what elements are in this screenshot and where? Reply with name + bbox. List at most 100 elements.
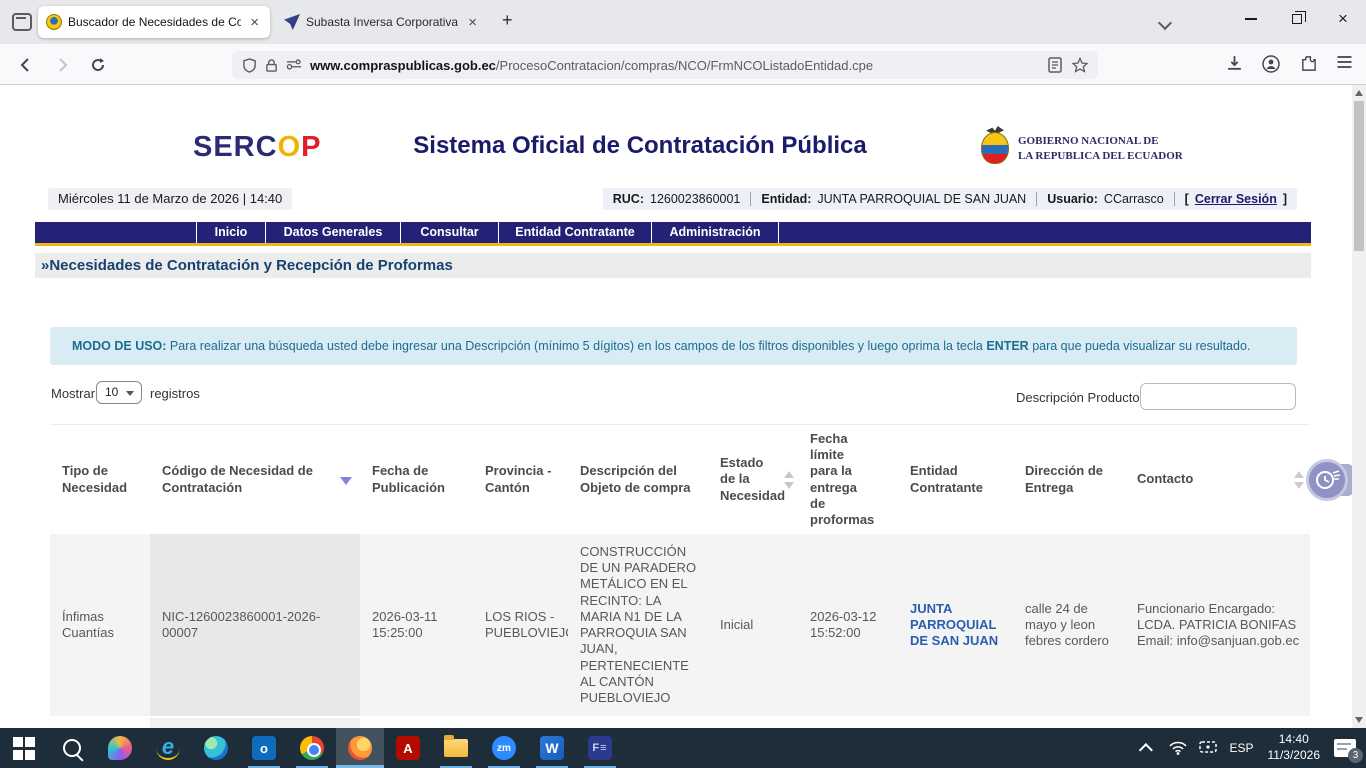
f-app-icon: F≡: [588, 736, 612, 760]
header-direccion[interactable]: Dirección de Entrega: [1013, 425, 1125, 534]
cell-descripcion: CONSTRUCCIÓN DE UN PARADERO METÁLICO EN …: [568, 534, 708, 716]
language-indicator[interactable]: ESP: [1229, 741, 1253, 755]
bracket: [: [1184, 192, 1189, 206]
sort-desc-icon[interactable]: [340, 476, 352, 485]
downloads-icon[interactable]: [1226, 55, 1244, 73]
table-row: Ínfimas Cuantías NIC-1260023860001-2026-…: [50, 534, 1310, 716]
show-label: Mostrar: [51, 386, 96, 401]
taskbar-search[interactable]: [48, 728, 96, 768]
description-filter-input[interactable]: [1140, 383, 1296, 410]
header-fecha-publicacion[interactable]: Fecha de Publicación: [360, 425, 473, 534]
header-provincia[interactable]: Provincia - Cantón: [473, 425, 568, 534]
tab-title: Subasta Inversa Corporativa de: [306, 15, 460, 29]
subasta-favicon-icon: [284, 14, 300, 30]
menu-consultar[interactable]: Consultar: [400, 222, 498, 243]
search-icon: [63, 739, 81, 757]
new-tab-button[interactable]: +: [502, 10, 513, 31]
taskbar-f-app[interactable]: F≡: [576, 728, 624, 768]
back-button[interactable]: [14, 53, 38, 77]
menu-datos-generales[interactable]: Datos Generales: [265, 222, 400, 243]
taskbar-outlook[interactable]: o: [240, 728, 288, 768]
cast-icon[interactable]: [1199, 741, 1218, 755]
tab-buscador[interactable]: Buscador de Necesidades de Co ×: [38, 6, 270, 38]
tab-subasta[interactable]: Subasta Inversa Corporativa de ×: [276, 6, 488, 38]
cell-entidad: JUNTA PARROQUIAL DE SAN JUAN: [898, 534, 1013, 716]
window-close-button[interactable]: ×: [1320, 0, 1366, 38]
sort-both-icon[interactable]: [1294, 471, 1304, 489]
ecuador-coat-of-arms: [977, 126, 1013, 168]
reader-view-icon[interactable]: [1048, 57, 1062, 73]
ecuador-favicon-icon: [46, 14, 62, 30]
firefox-icon: [348, 736, 372, 760]
list-tabs-chevron-icon[interactable]: [1157, 15, 1173, 31]
bookmark-star-icon[interactable]: [1072, 57, 1088, 73]
taskbar-internet-explorer[interactable]: e: [144, 728, 192, 768]
scroll-up-icon[interactable]: [1355, 90, 1363, 96]
header-codigo[interactable]: Código de Necesidad de Contratación: [150, 425, 360, 534]
wifi-icon[interactable]: [1169, 741, 1188, 755]
header-fecha-limite[interactable]: Fecha límite para la entrega de proforma…: [798, 425, 898, 534]
chrome-icon: [300, 736, 324, 760]
clock[interactable]: 14:40 11/3/2026: [1268, 732, 1321, 763]
vertical-scrollbar[interactable]: [1352, 85, 1366, 728]
sercop-logo: SERCOP: [193, 131, 322, 163]
forward-button[interactable]: [50, 53, 74, 77]
tab-close-icon[interactable]: ×: [465, 14, 480, 31]
taskbar-zoom[interactable]: zm: [480, 728, 528, 768]
logout-link[interactable]: Cerrar Sesión: [1195, 188, 1277, 210]
extensions-icon[interactable]: [1300, 55, 1318, 73]
taskbar-copilot[interactable]: [96, 728, 144, 768]
header-estado[interactable]: Estado de la Necesidad: [708, 425, 798, 534]
taskbar-chrome[interactable]: [288, 728, 336, 768]
lock-icon[interactable]: [265, 58, 278, 73]
header-contacto[interactable]: Contacto: [1125, 425, 1310, 534]
shield-icon[interactable]: [242, 57, 257, 73]
bracket: ]: [1282, 192, 1287, 206]
entity-link[interactable]: JUNTA PARROQUIAL DE SAN JUAN: [910, 601, 1005, 650]
start-button[interactable]: [0, 728, 48, 768]
system-tray: ESP 14:40 11/3/2026 3: [1139, 728, 1366, 768]
taskbar-acrobat[interactable]: A: [384, 728, 432, 768]
permissions-icon[interactable]: [286, 59, 302, 71]
page-size-select[interactable]: 10: [96, 381, 142, 404]
entity-value: JUNTA PARROQUIAL DE SAN JUAN: [817, 192, 1027, 206]
firefox-view-icon[interactable]: [12, 13, 32, 31]
restore-button[interactable]: [1274, 0, 1320, 38]
taskbar-word[interactable]: W: [528, 728, 576, 768]
outlook-icon: o: [252, 736, 276, 760]
account-icon[interactable]: [1262, 55, 1280, 73]
header-tipo[interactable]: Tipo de Necesidad: [50, 425, 150, 534]
gold-divider: [35, 243, 1311, 246]
header-entidad[interactable]: Entidad Contratante: [898, 425, 1013, 534]
taskbar-file-explorer[interactable]: [432, 728, 480, 768]
menu-entidad-contratante[interactable]: Entidad Contratante: [498, 222, 651, 243]
usage-note: MODO DE USO: Para realizar una búsqueda …: [50, 327, 1297, 365]
minimize-button[interactable]: [1228, 0, 1274, 38]
scroll-down-icon[interactable]: [1355, 717, 1363, 723]
edge-icon: [204, 736, 228, 760]
reload-button[interactable]: [86, 53, 110, 77]
sort-both-icon[interactable]: [784, 470, 794, 489]
header-descripcion[interactable]: Descripción del Objeto de compra: [568, 425, 708, 534]
taskbar-firefox[interactable]: [336, 728, 384, 768]
menu-hamburger-icon[interactable]: [1336, 55, 1354, 73]
section-title: »Necesidades de Contratación y Recepción…: [35, 253, 1311, 278]
url-bar[interactable]: www.compraspublicas.gob.ec/ProcesoContra…: [232, 51, 1098, 79]
notification-center-icon[interactable]: 3: [1334, 739, 1363, 763]
browser-titlebar: Buscador de Necesidades de Co × Subasta …: [0, 0, 1366, 44]
current-datetime: Miércoles 11 de Marzo de 2026 | 14:40: [48, 188, 293, 210]
url-text[interactable]: www.compraspublicas.gob.ec/ProcesoContra…: [310, 58, 1048, 73]
browser-toolbar: www.compraspublicas.gob.ec/ProcesoContra…: [0, 44, 1366, 85]
tab-close-icon[interactable]: ×: [247, 14, 262, 31]
taskbar-edge[interactable]: [192, 728, 240, 768]
browser-window: Buscador de Necesidades de Co × Subasta …: [0, 0, 1366, 768]
menu-inicio[interactable]: Inicio: [196, 222, 265, 243]
windows-logo-icon: [12, 736, 36, 760]
tray-date: 11/3/2026: [1267, 748, 1321, 762]
speed-clock-widget[interactable]: [1306, 459, 1348, 501]
scrollbar-thumb[interactable]: [1354, 101, 1364, 251]
cell-fecha-publicacion: 2026-03-11 15:25:00: [360, 534, 473, 716]
cell-estado: Inicial: [708, 534, 798, 716]
menu-administracion[interactable]: Administración: [651, 222, 779, 243]
government-label: GOBIERNO NACIONAL DE LA REPUBLICA DEL EC…: [1018, 135, 1183, 162]
